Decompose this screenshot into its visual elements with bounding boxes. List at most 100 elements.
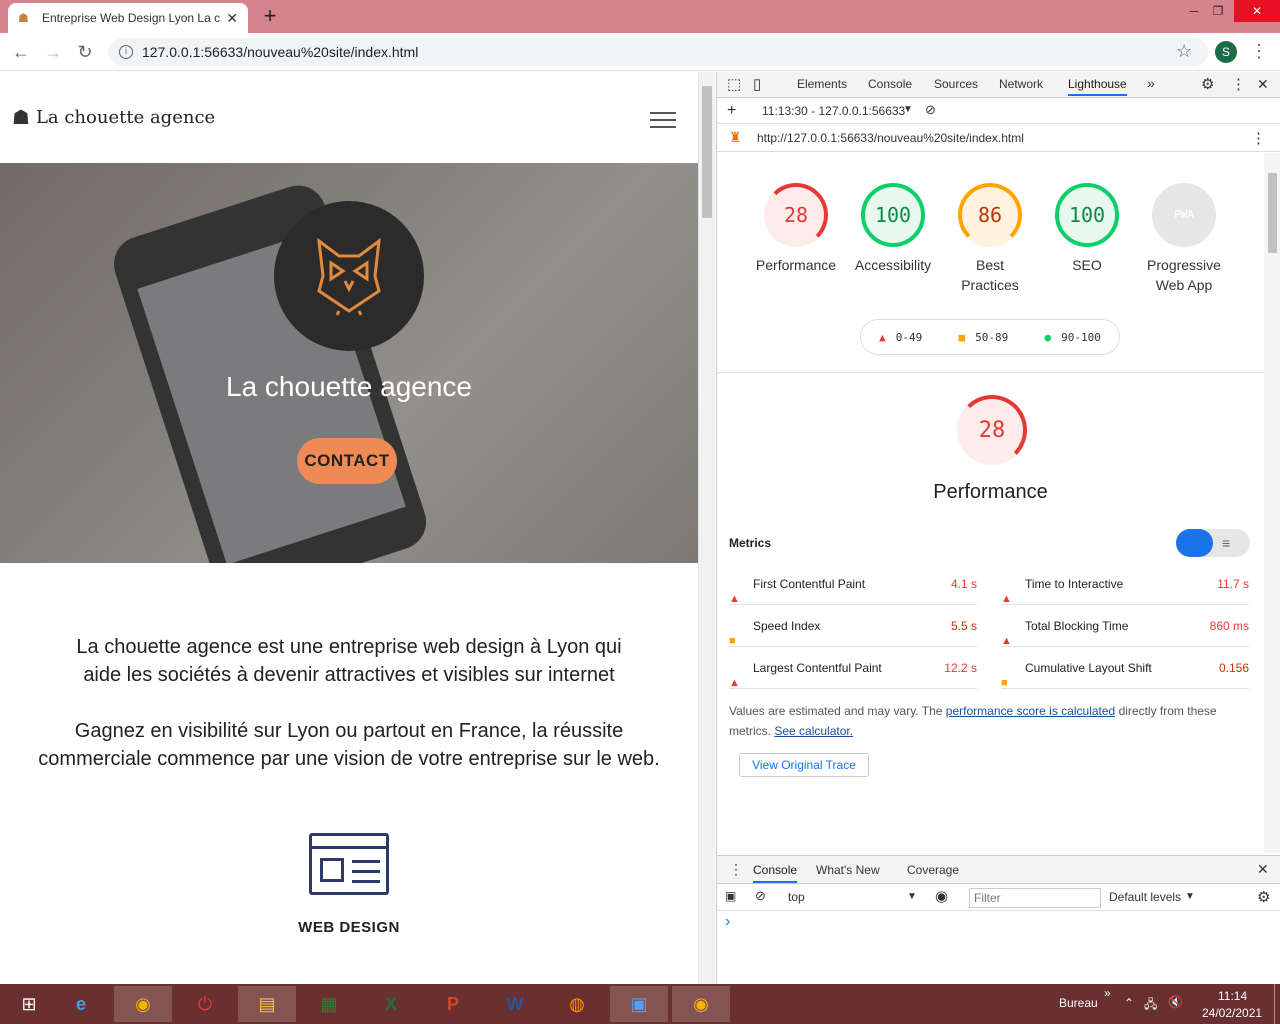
device-toolbar-icon[interactable]: ▯ [753,75,761,93]
internet-explorer-icon[interactable]: e [52,986,110,1022]
tray-chevron-icon[interactable]: ⌃ [1124,996,1134,1010]
report-select[interactable]: 11:13:30 - 127.0.0.1:56633 [762,104,905,118]
clock-date[interactable]: 24/02/2021 [1202,1006,1262,1020]
gauge-label: Practices [961,277,1019,293]
metric-name: Total Blocking Time [1025,619,1129,633]
drawer-close-icon[interactable]: ✕ [1257,861,1269,878]
devtools-close-icon[interactable]: ✕ [1257,76,1269,93]
chrome-taskbar-icon[interactable]: ◉ [114,986,172,1022]
powerpoint-icon[interactable]: P [424,986,482,1022]
gauge-label: Web App [1155,277,1213,293]
windows-taskbar: ⊞ e ◉ ⏻ ▤ ▦ X P W ◍ ▣ ◉ Bureau » ⌃ 🖧 🔇 1… [0,984,1280,1024]
contact-button[interactable]: CONTACT [297,438,397,484]
bookmark-star-icon[interactable]: ☆ [1176,41,1192,62]
page-scrollbar[interactable] [698,72,715,984]
context-dropdown-icon[interactable]: ▼ [907,891,917,902]
browser-menu-icon[interactable]: ⋮ [1250,41,1268,62]
site-brand[interactable]: La chouette agence [36,107,215,128]
new-tab-button[interactable]: + [258,4,282,28]
excel-icon[interactable]: X [362,986,420,1022]
windows-start-icon[interactable]: ⊞ [0,986,58,1022]
restore-button[interactable]: ❐ [1200,0,1236,22]
tab-sources[interactable]: Sources [934,77,978,91]
drawer-tab-coverage[interactable]: Coverage [907,863,959,877]
firefox-icon[interactable]: ◍ [548,986,606,1022]
gauge-pwa[interactable]: PWA Progressive Web App [1129,183,1239,295]
hamburger-menu-icon[interactable] [650,112,676,133]
gauge-seo[interactable]: 100 SEO [1032,183,1142,275]
score-calculated-link[interactable]: performance score is calculated [946,704,1115,718]
drawer-menu-icon[interactable]: ⋮ [729,861,743,878]
chrome-taskbar-icon-2[interactable]: ◉ [672,986,730,1022]
toolbar-expand-icon[interactable]: » [1104,986,1111,1000]
profile-avatar[interactable]: S [1215,41,1237,63]
report-menu-icon[interactable]: ⋮ [1251,129,1266,147]
metric-tbt[interactable]: ▲ Total Blocking Time 860 ms [1001,605,1249,647]
report-scrollbar[interactable] [1264,153,1280,853]
sidebar-toggle-icon[interactable]: ▣ [725,889,736,903]
network-icon[interactable]: 🖧 [1144,995,1157,1016]
brackets-editor-icon[interactable]: ▣ [610,986,668,1022]
compact-view-icon[interactable] [1176,529,1213,557]
new-report-icon[interactable]: + [727,102,736,120]
console-toolbar: ▣ ⊘ top ▼ ◉ Filter Default levels ▼ ⚙ [717,884,1280,911]
back-button[interactable]: ← [10,41,32,63]
site-info-icon[interactable]: i [119,45,133,59]
drawer-tab-whats-new[interactable]: What's New [816,863,880,877]
volume-muted-icon[interactable]: 🔇 [1168,995,1183,1009]
forward-button[interactable]: → [42,41,64,63]
owl-favicon-icon: ☗ [18,11,29,25]
devtools-menu-icon[interactable]: ⋮ [1231,75,1246,93]
window-close-button[interactable]: ✕ [1234,0,1280,22]
metric-tti[interactable]: ▲ Time to Interactive 11.7 s [1001,563,1249,605]
metrics-view-toggle[interactable]: ≡ [1176,529,1250,557]
tab-close-icon[interactable]: ✕ [226,10,238,27]
metrics-heading: Metrics [729,536,772,550]
view-original-trace-button[interactable]: View Original Trace [739,753,869,777]
metric-cls[interactable]: ■ Cumulative Layout Shift 0.156 [1001,647,1249,689]
eye-icon[interactable]: ◉ [935,887,948,905]
owl-logo-icon[interactable]: ☗ [12,105,30,130]
metric-speed-index[interactable]: ■ Speed Index 5.5 s [729,605,977,647]
drawer-tab-console[interactable]: Console [753,863,798,883]
word-icon[interactable]: W [486,986,544,1022]
spreadsheet-app-icon[interactable]: ▦ [300,986,358,1022]
desktop-toolbar-label[interactable]: Bureau [1059,996,1098,1010]
tab-console[interactable]: Console [868,77,912,91]
reload-button[interactable]: ↻ [74,41,96,63]
browser-tab[interactable]: ☗ Entreprise Web Design Lyon La c ✕ [8,3,248,33]
url-input[interactable]: i 127.0.0.1:56633/nouveau%20site/index.h… [108,38,1208,66]
console-filter-input[interactable]: Filter [969,888,1101,908]
log-levels-select[interactable]: Default levels [1109,890,1181,904]
clock-time[interactable]: 11:14 [1218,989,1247,1003]
report-url[interactable]: http://127.0.0.1:56633/nouveau%20site/in… [757,131,1024,145]
devtools-settings-icon[interactable]: ⚙ [1201,75,1214,93]
metric-lcp[interactable]: ▲ Largest Contentful Paint 12.2 s [729,647,977,689]
power-app-icon[interactable]: ⏻ [176,986,234,1022]
clear-reports-icon[interactable]: ⊘ [925,102,936,118]
gauge-best-practices[interactable]: 86 Best Practices [935,183,1045,295]
clear-console-icon[interactable]: ⊘ [755,888,766,904]
console-settings-icon[interactable]: ⚙ [1257,888,1270,906]
levels-dropdown-icon[interactable]: ▼ [1185,891,1195,902]
note-text: Values are estimated and may vary. The [729,704,943,718]
gauge-accessibility[interactable]: 100 Accessibility [838,183,948,275]
metric-value: 5.5 s [950,619,977,633]
tab-network[interactable]: Network [999,77,1043,91]
metric-name: Speed Index [753,619,821,633]
metric-fcp[interactable]: ▲ First Contentful Paint 4.1 s [729,563,977,605]
expanded-view-icon[interactable]: ≡ [1222,523,1230,563]
file-explorer-icon[interactable]: ▤ [238,986,296,1022]
see-calculator-link[interactable]: See calculator. [774,724,853,738]
inspect-element-icon[interactable]: ⬚ [727,75,741,93]
tab-lighthouse[interactable]: Lighthouse [1068,77,1127,96]
show-desktop-button[interactable] [1274,984,1280,1024]
report-dropdown-icon[interactable]: ▼ [903,104,913,115]
context-select[interactable]: top [788,890,805,904]
more-tabs-button[interactable]: » [1147,75,1155,91]
hero-title: La chouette agence [226,371,472,402]
console-input-area[interactable]: › [717,911,1280,981]
metric-value: 11.7 s [1217,577,1249,591]
tab-elements[interactable]: Elements [797,77,847,91]
gauge-performance[interactable]: 28 Performance [741,183,851,275]
